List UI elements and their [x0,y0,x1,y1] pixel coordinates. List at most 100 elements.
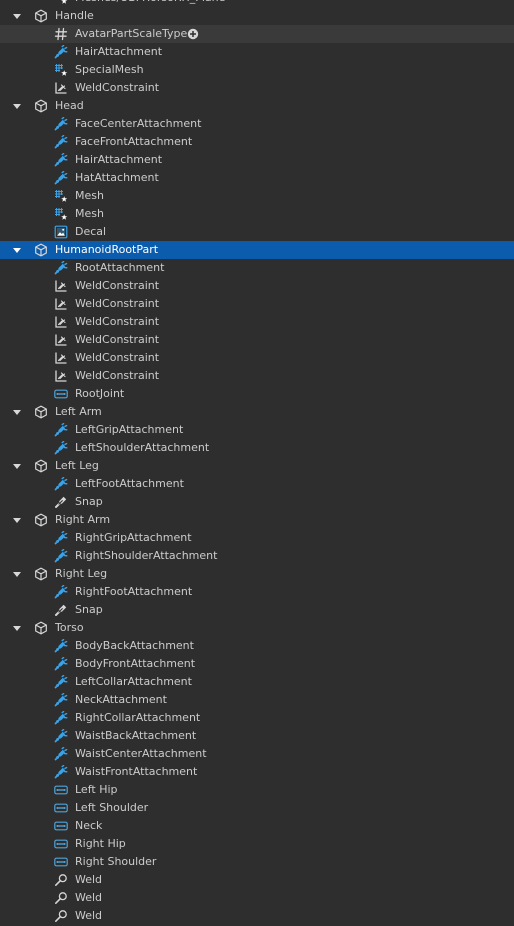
expand-arrow-icon[interactable] [12,511,24,529]
explorer-item-facefrontattachment[interactable]: FaceFrontAttachment [0,133,514,151]
attachment-icon [54,477,68,491]
explorer-item-label: Handle [55,9,94,22]
explorer-item-label: RightFootAttachment [75,585,193,598]
explorer-item-leftcollarattachment[interactable]: LeftCollarAttachment [0,673,514,691]
explorer-item-rootjoint[interactable]: RootJoint [0,385,514,403]
explorer-item-label: Decal [75,225,107,238]
explorer-item-label: Torso [55,621,84,634]
special-mesh-icon [54,0,68,5]
attachment-icon [54,693,68,707]
explorer-item-weldconstraint[interactable]: WeldConstraint [0,349,514,367]
explorer-item-weldconstraint[interactable]: WeldConstraint [0,313,514,331]
explorer-item-neck[interactable]: Neck [0,817,514,835]
explorer-item-leftfootattachment[interactable]: LeftFootAttachment [0,475,514,493]
weld-icon [54,909,68,923]
explorer-item-leftgripattachment[interactable]: LeftGripAttachment [0,421,514,439]
explorer-item-meshes-ubmtorsorh-plane[interactable]: Meshes/UBMTorsoRH_Plane [0,0,514,7]
explorer-item-snap[interactable]: Snap [0,601,514,619]
attachment-icon [54,135,68,149]
explorer-item-weld[interactable]: Weld [0,907,514,925]
part-cube-icon [34,621,48,635]
expand-arrow-icon[interactable] [12,97,24,115]
explorer-item-label: WeldConstraint [75,333,160,346]
explorer-group-handle[interactable]: Handle [0,7,514,25]
explorer-item-right-shoulder[interactable]: Right Shoulder [0,853,514,871]
explorer-group-head[interactable]: Head [0,97,514,115]
motor6d-icon [54,837,68,851]
motor6d-icon [54,387,68,401]
explorer-item-snap[interactable]: Snap [0,493,514,511]
explorer-item-weldconstraint[interactable]: WeldConstraint [0,331,514,349]
expand-arrow-icon[interactable] [12,619,24,637]
explorer-item-label: Right Hip [75,837,126,850]
explorer-item-weld[interactable]: Weld [0,871,514,889]
expand-arrow-icon[interactable] [12,457,24,475]
explorer-item-rightfootattachment[interactable]: RightFootAttachment [0,583,514,601]
expand-arrow-icon[interactable] [12,403,24,421]
explorer-item-weldconstraint[interactable]: WeldConstraint [0,277,514,295]
explorer-item-weldconstraint[interactable]: WeldConstraint [0,79,514,97]
explorer-item-rightcollarattachment[interactable]: RightCollarAttachment [0,709,514,727]
explorer-group-torso[interactable]: Torso [0,619,514,637]
explorer-item-specialmesh[interactable]: SpecialMesh [0,61,514,79]
explorer-item-rightshoulderattachment[interactable]: RightShoulderAttachment [0,547,514,565]
explorer-item-label: WeldConstraint [75,369,160,382]
explorer-item-neckattachment[interactable]: NeckAttachment [0,691,514,709]
expand-arrow-icon[interactable] [12,7,24,25]
expand-arrow-icon[interactable] [12,565,24,583]
explorer-group-left-leg[interactable]: Left Leg [0,457,514,475]
explorer-item-waistbackattachment[interactable]: WaistBackAttachment [0,727,514,745]
explorer-item-label: WeldConstraint [75,315,160,328]
explorer-item-bodyfrontattachment[interactable]: BodyFrontAttachment [0,655,514,673]
attachment-icon [54,423,68,437]
explorer-item-leftshoulderattachment[interactable]: LeftShoulderAttachment [0,439,514,457]
explorer-item-hatattachment[interactable]: HatAttachment [0,169,514,187]
explorer-item-weldconstraint[interactable]: WeldConstraint [0,367,514,385]
explorer-item-label: Snap [75,603,103,616]
weld-constraint-icon [54,351,68,365]
explorer-item-rootattachment[interactable]: RootAttachment [0,259,514,277]
motor6d-icon [54,801,68,815]
expand-arrow-icon[interactable] [12,241,24,259]
explorer-item-right-hip[interactable]: Right Hip [0,835,514,853]
explorer-item-bodybackattachment[interactable]: BodyBackAttachment [0,637,514,655]
explorer-rows: Meshes/UBMTorsoRH_Plane Handle AvatarPartS… [0,0,514,925]
special-mesh-icon [54,207,68,221]
explorer-group-right-arm[interactable]: Right Arm [0,511,514,529]
explorer-item-rightgripattachment[interactable]: RightGripAttachment [0,529,514,547]
explorer-item-weldconstraint[interactable]: WeldConstraint [0,295,514,313]
explorer-item-label: Left Hip [75,783,118,796]
explorer-item-label: WeldConstraint [75,81,160,94]
explorer-item-label: Head [55,99,84,112]
explorer-item-label: Right Leg [55,567,108,580]
explorer-item-waistcenterattachment[interactable]: WaistCenterAttachment [0,745,514,763]
explorer-item-left-hip[interactable]: Left Hip [0,781,514,799]
snap-icon [54,603,68,617]
add-object-icon[interactable] [187,28,199,40]
explorer-group-humanoidrootpart[interactable]: HumanoidRootPart [0,241,514,259]
explorer-item-weld[interactable]: Weld [0,889,514,907]
attachment-icon [54,531,68,545]
explorer-group-left-arm[interactable]: Left Arm [0,403,514,421]
explorer-item-label: LeftShoulderAttachment [75,441,210,454]
explorer-item-waistfrontattachment[interactable]: WaistFrontAttachment [0,763,514,781]
explorer-group-right-leg[interactable]: Right Leg [0,565,514,583]
explorer-item-left-shoulder[interactable]: Left Shoulder [0,799,514,817]
weld-icon [54,873,68,887]
explorer-item-label: Weld [75,873,103,886]
explorer-item-mesh[interactable]: Mesh [0,187,514,205]
explorer-item-label: WeldConstraint [75,297,160,310]
explorer-item-decal[interactable]: Decal [0,223,514,241]
explorer-item-mesh[interactable]: Mesh [0,205,514,223]
explorer-item-avatarpartscaletype[interactable]: AvatarPartScaleType [0,25,514,43]
part-cube-icon [34,567,48,581]
explorer-item-label: Mesh [75,189,104,202]
explorer-item-label: Weld [75,909,103,922]
motor6d-icon [54,819,68,833]
attachment-icon [54,675,68,689]
weld-constraint-icon [54,315,68,329]
explorer-item-hairattachment[interactable]: HairAttachment [0,43,514,61]
explorer-item-facecenterattachment[interactable]: FaceCenterAttachment [0,115,514,133]
explorer-item-label: Left Leg [55,459,99,472]
explorer-item-hairattachment[interactable]: HairAttachment [0,151,514,169]
